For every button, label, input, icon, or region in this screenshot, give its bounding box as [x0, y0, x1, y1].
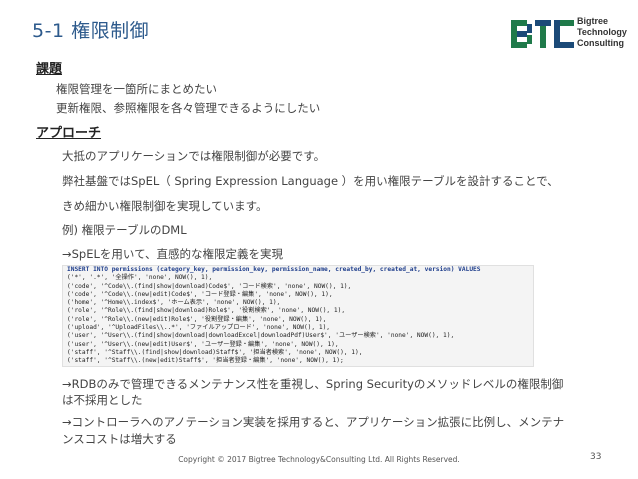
code-line: ('*', '.*', '全操作', 'none', NOW(), 1),: [67, 274, 213, 282]
approach-line: →SpELを用いて、直感的な権限定義を実現: [62, 247, 283, 261]
approach-line: きめ細かい権限制御を実現しています。: [62, 199, 268, 213]
logo-line: Consulting: [577, 38, 624, 48]
code-line: ('role', '^Role\\.(new|edit)Role$', '役割登…: [67, 315, 327, 323]
page-number: 33: [590, 452, 602, 462]
approach-line: 弊社基盤ではSpEL（ Spring Expression Language ）…: [62, 174, 559, 188]
company-logo: Bigtree Technology Consulting: [511, 14, 629, 58]
code-line: ('user', '^User\\.(find|show|download|do…: [67, 332, 455, 340]
dml-code-block: INSERT INTO permissions (category_key, p…: [62, 265, 534, 367]
code-line: ('code', '^Code\\.(find|show|download)Co…: [67, 282, 352, 290]
code-line: ('role', '^Role\\.(find|show|download)Ro…: [67, 307, 346, 315]
issue-heading: 課題: [36, 62, 63, 77]
issue-line: 更新権限、参照権限を各々管理できるようにしたい: [56, 101, 321, 115]
logo-line: Bigtree: [577, 16, 609, 26]
approach-heading: アプローチ: [36, 126, 102, 141]
approach-line: 例) 権限テーブルのDML: [62, 223, 187, 237]
btc-logo-mark-icon: [511, 20, 574, 48]
issue-line: 権限管理を一箇所にまとめたい: [56, 82, 217, 96]
approach-line: 大抵のアプリケーションでは権限制御が必要です。: [62, 149, 326, 163]
code-line: ('code', '^Code\\.(new|edit)Code$', 'コード…: [67, 290, 333, 298]
note-line: ンスコストは増大する: [62, 432, 177, 446]
copyright-footer: Copyright © 2017 Bigtree Technology&Cons…: [178, 455, 460, 464]
logo-line: Technology: [577, 27, 627, 37]
code-line: ('staff', '^Staff\\.(new|edit)Staff$', '…: [67, 357, 344, 365]
code-line: ('user', '^User\\.(new|edit)User$', 'ユーザ…: [67, 340, 339, 348]
note-line: →RDBのみで管理できるメンテナンス性を重視し、Spring Securityの…: [62, 377, 564, 391]
slide-title: 5-1 権限制御: [32, 20, 150, 42]
note-line: →コントローラへのアノテーション実装を採用すると、アプリケーション拡張に比例し、…: [62, 415, 565, 429]
note-line: は不採用とした: [62, 393, 143, 407]
logo-wordmark: Bigtree Technology Consulting: [577, 16, 627, 49]
